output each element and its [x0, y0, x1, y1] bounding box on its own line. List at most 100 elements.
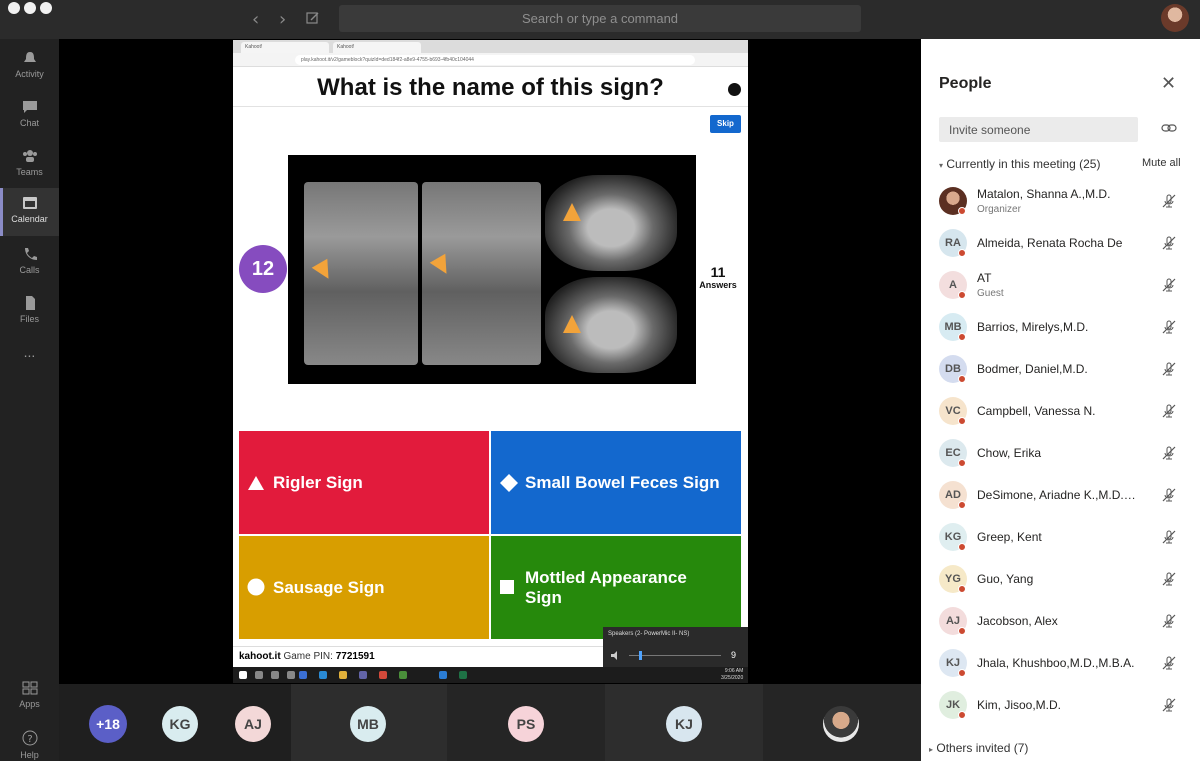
participant-name: Almeida, Renata Rocha De	[977, 236, 1123, 250]
mic-muted-icon[interactable]	[1161, 235, 1177, 251]
participant-count: (25)	[1079, 157, 1101, 171]
participant-row[interactable]: MB Barrios, Mirelys,M.D.	[921, 311, 1200, 353]
rail-files[interactable]: Files	[0, 288, 59, 336]
rail-label: Help	[20, 750, 39, 760]
participant-name: Chow, Erika	[977, 446, 1042, 460]
close-window-button[interactable]	[8, 2, 20, 14]
panel-title: People	[939, 75, 992, 92]
title-bar: ‹ › Search or type a command	[0, 0, 1200, 39]
participant-name: Kim, Jisoo,M.D.	[977, 698, 1062, 712]
presence-busy-icon	[958, 291, 966, 299]
rail-more[interactable]: ...	[0, 344, 59, 392]
participant-name: Barrios, Mirelys,M.D.	[977, 320, 1089, 334]
mute-all-button[interactable]: Mute all	[1142, 157, 1181, 169]
back-arrow-icon[interactable]: ‹	[252, 9, 259, 30]
taskbar-app-icon	[287, 671, 295, 679]
rail-label: Apps	[19, 699, 40, 709]
mic-muted-icon[interactable]	[1161, 361, 1177, 377]
rail-apps[interactable]: Apps	[0, 673, 59, 721]
mic-muted-icon[interactable]	[1161, 319, 1177, 335]
participant-tile[interactable]	[763, 684, 921, 761]
chat-icon	[22, 101, 37, 113]
participant-row[interactable]: JK Kim, Jisoo,M.D.	[921, 689, 1200, 731]
answer-option-diamond: Small Bowel Feces Sign	[491, 431, 741, 534]
rail-label: Chat	[19, 118, 39, 128]
mic-muted-icon[interactable]	[1161, 403, 1177, 419]
presence-busy-icon	[958, 585, 966, 593]
participant-name: Jhala, Khushboo,M.D.,M.B.A.	[977, 656, 1135, 670]
participant-name: Jacobson, Alex	[977, 614, 1058, 628]
mic-muted-icon[interactable]	[1161, 613, 1177, 629]
rail-label: Files	[19, 314, 39, 324]
taskbar-app-icon	[399, 671, 407, 679]
forward-arrow-icon[interactable]: ›	[279, 9, 286, 30]
mic-muted-icon[interactable]	[1161, 277, 1177, 293]
participant-name: Campbell, Vanessa N.	[977, 404, 1096, 418]
answers-counter: 11 Answers	[693, 264, 743, 290]
excel-icon	[459, 671, 467, 679]
mic-muted-icon[interactable]	[1161, 529, 1177, 545]
edge-icon	[319, 671, 327, 679]
participant-row[interactable]: KG Greep, Kent	[921, 521, 1200, 563]
minimize-window-button[interactable]	[24, 2, 36, 14]
overflow-participants-badge[interactable]: +18	[89, 705, 127, 743]
participant-tile-avatar[interactable]: KG	[162, 706, 198, 742]
taskbar-app-icon	[379, 671, 387, 679]
participant-row[interactable]: RA Almeida, Renata Rocha De	[921, 227, 1200, 269]
rail-chat[interactable]: Chat	[0, 92, 59, 140]
rail-activity[interactable]: Activity	[0, 43, 59, 91]
arrow-annotation	[563, 203, 581, 221]
chevron-down-icon: ▾	[939, 161, 944, 170]
participant-row[interactable]: VC Campbell, Vanessa N.	[921, 395, 1200, 437]
invite-input[interactable]: Invite someone	[939, 117, 1138, 142]
participant-row[interactable]: DB Bodmer, Daniel,M.D.	[921, 353, 1200, 395]
participant-tile[interactable]: KJ	[605, 684, 763, 761]
share-link-icon[interactable]	[1161, 121, 1177, 135]
participant-row[interactable]: AJ Jacobson, Alex	[921, 605, 1200, 647]
speaker-device-name: Speakers (2- PowerMic II- NS)	[608, 631, 690, 637]
clock-date: 3/25/2020	[721, 675, 744, 681]
presence-busy-icon	[958, 333, 966, 341]
participant-tile-avatar: MB	[350, 706, 386, 742]
apps-icon	[22, 681, 37, 695]
mic-muted-icon[interactable]	[1161, 487, 1177, 503]
meeting-section-header[interactable]: ▾ Currently in this meeting (25)	[939, 157, 1100, 171]
phone-icon	[24, 248, 37, 260]
search-input[interactable]: Search or type a command	[339, 5, 861, 32]
mic-muted-icon[interactable]	[1161, 445, 1177, 461]
participant-name: Guo, Yang	[977, 572, 1034, 586]
rail-teams[interactable]: Teams	[0, 141, 59, 189]
compose-icon[interactable]	[306, 11, 320, 25]
participant-row[interactable]: KJ Jhala, Khushboo,M.D.,M.B.A.	[921, 647, 1200, 689]
mic-muted-icon[interactable]	[1161, 697, 1177, 713]
rail-help[interactable]: ? Help	[0, 722, 59, 761]
close-icon[interactable]: ✕	[1161, 73, 1176, 94]
participant-row[interactable]: AD DeSimone, Ariadne K.,M.D.,...	[921, 479, 1200, 521]
volume-thumb	[639, 651, 642, 660]
participant-row[interactable]: EC Chow, Erika	[921, 437, 1200, 479]
participant-tile-avatar[interactable]: AJ	[235, 706, 271, 742]
ct-axial-top	[545, 175, 677, 271]
taskbar-app-icon	[271, 671, 279, 679]
participant-tile[interactable]: PS	[447, 684, 605, 761]
shared-screen: Kahoot! Kahoot! play.kahoot.it/v2/gamebl…	[233, 40, 748, 683]
more-icon: ...	[23, 344, 36, 360]
presence-busy-icon	[958, 501, 966, 509]
rail-calls[interactable]: Calls	[0, 239, 59, 287]
participant-name: Bodmer, Daniel,M.D.	[977, 362, 1088, 376]
calendar-icon	[22, 197, 37, 209]
participant-tile[interactable]: MB	[291, 684, 447, 761]
rail-calendar[interactable]: Calendar	[0, 188, 59, 236]
mic-muted-icon[interactable]	[1161, 193, 1177, 209]
mic-muted-icon[interactable]	[1161, 655, 1177, 671]
participant-row[interactable]: A AT Guest	[921, 269, 1200, 311]
game-pin-label: Game PIN:	[283, 651, 333, 662]
profile-avatar[interactable]	[1161, 4, 1189, 32]
participant-row[interactable]: YG Guo, Yang	[921, 563, 1200, 605]
mic-muted-icon[interactable]	[1161, 571, 1177, 587]
countdown-timer: 12	[239, 245, 287, 293]
maximize-window-button[interactable]	[40, 2, 52, 14]
others-invited-header[interactable]: ▸ Others invited (7)	[929, 741, 1028, 755]
participant-row[interactable]: Matalon, Shanna A.,M.D. Organizer	[921, 185, 1200, 227]
divider	[233, 106, 748, 107]
